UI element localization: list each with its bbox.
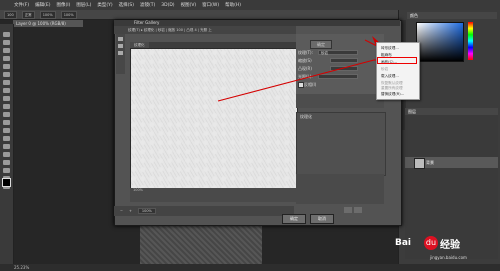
paw-icon: du — [424, 236, 438, 250]
menu-item-reset-all[interactable]: 重置所有纹理 — [381, 86, 403, 91]
menu-item-sandstone[interactable]: 砂岩 — [381, 67, 388, 72]
menu-item-brick[interactable]: 砖形纹理... — [381, 46, 399, 51]
watermark-url: jingyan.baidu.com — [430, 255, 467, 260]
menu-highlight-box — [377, 57, 417, 64]
menu-item-replace-texture[interactable]: 替换纹理(R)... — [381, 92, 404, 97]
status-bar: 25.23% — [0, 264, 500, 271]
watermark-text: 经验 — [440, 239, 460, 251]
menu-item-load-texture[interactable]: 载入纹理... — [381, 74, 399, 79]
arrow-line-1 — [217, 59, 375, 102]
texture-popup-menu: 砖形纹理... 粗麻布 画布(C)... 砂岩 载入纹理... 恢复默认纹理 重… — [376, 42, 420, 100]
baidu-logo-text: Bai — [394, 238, 412, 248]
baidu-watermark: Bai du 经验 — [384, 230, 460, 256]
